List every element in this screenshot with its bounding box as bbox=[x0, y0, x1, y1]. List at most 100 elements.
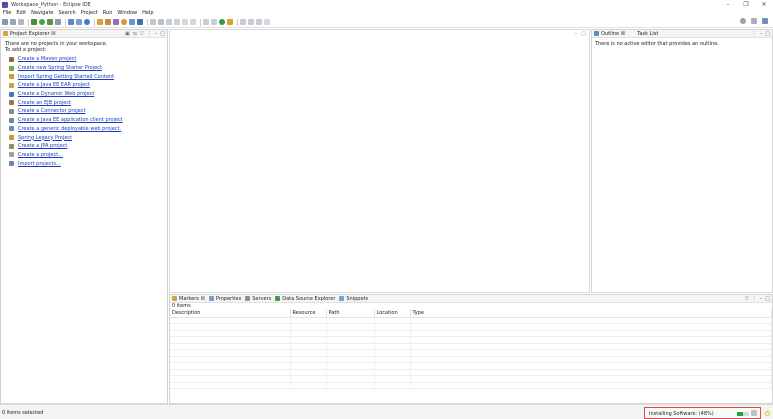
progress-indicator[interactable]: Installing Software: (48%) bbox=[644, 407, 761, 419]
create-project-link[interactable]: Create a JPA project bbox=[5, 142, 163, 151]
create-project-link[interactable]: Import projects... bbox=[5, 159, 163, 168]
open-perspective-icon[interactable] bbox=[751, 18, 757, 24]
tab-markers[interactable]: Markers ☒ bbox=[179, 296, 205, 302]
create-project-link[interactable]: Import Spring Getting Started Content bbox=[5, 72, 163, 81]
project-explorer-tab[interactable]: Project Explorer ☒ ▣ ⇆ ▽ ⋮ – □ bbox=[1, 30, 167, 38]
create-project-link-label[interactable]: Create a project... bbox=[18, 152, 63, 158]
search-icon[interactable] bbox=[740, 18, 746, 24]
column-path[interactable]: Path bbox=[326, 309, 375, 318]
tab-properties[interactable]: Properties bbox=[216, 296, 241, 302]
create-project-link-label[interactable]: Import projects... bbox=[18, 161, 61, 167]
column-description[interactable]: Description bbox=[170, 309, 291, 318]
save-all-icon[interactable] bbox=[18, 19, 24, 25]
minimize-button[interactable]: – bbox=[719, 0, 737, 9]
minimize-view-icon[interactable]: – bbox=[760, 296, 763, 302]
create-project-link-label[interactable]: Create a Dynamic Web project bbox=[18, 91, 94, 97]
lightbulb-icon[interactable] bbox=[765, 411, 770, 416]
tab-task-list[interactable]: Task List bbox=[637, 31, 658, 37]
show-whitespace-icon[interactable] bbox=[166, 19, 172, 25]
create-project-link-label[interactable]: Import Spring Getting Started Content bbox=[18, 74, 114, 80]
create-project-link-label[interactable]: Create a Connector project bbox=[18, 108, 86, 114]
column-type[interactable]: Type bbox=[410, 309, 772, 318]
back-icon[interactable] bbox=[248, 19, 254, 25]
close-button[interactable]: ✕ bbox=[755, 0, 773, 9]
menu-file[interactable]: File bbox=[3, 10, 11, 16]
create-project-link-label[interactable]: Spring Legacy Project bbox=[18, 135, 72, 141]
forward-icon[interactable] bbox=[256, 19, 262, 25]
new-java-project-icon[interactable] bbox=[68, 19, 74, 25]
boot-dashboard-icon[interactable] bbox=[219, 19, 225, 25]
tab-outline[interactable]: Outline ☒ bbox=[601, 31, 625, 37]
create-project-link[interactable]: Create new Spring Starter Project bbox=[5, 64, 163, 73]
menu-project[interactable]: Project bbox=[81, 10, 98, 16]
minimize-view-icon[interactable]: – bbox=[155, 31, 158, 37]
new-class-icon[interactable] bbox=[84, 19, 90, 25]
next-annotation-icon[interactable] bbox=[203, 19, 209, 25]
word-wrap-icon[interactable] bbox=[182, 19, 188, 25]
column-resource[interactable]: Resource bbox=[290, 309, 327, 318]
pin-icon[interactable] bbox=[264, 19, 270, 25]
create-project-link-label[interactable]: Create a Maven project bbox=[18, 56, 76, 62]
create-project-link[interactable]: Create a Maven project bbox=[5, 55, 163, 64]
view-menu-icon[interactable]: ⋮ bbox=[147, 31, 152, 37]
minimize-view-icon[interactable]: – bbox=[760, 31, 763, 37]
filter-icon[interactable]: ▽ bbox=[140, 31, 144, 37]
create-project-link-label[interactable]: Create a Java EE EAR project bbox=[18, 82, 90, 88]
create-project-link-label[interactable]: Create a Java EE application client proj… bbox=[18, 117, 123, 123]
mark-occurrences-icon[interactable] bbox=[150, 19, 156, 25]
quick-access-icon[interactable] bbox=[227, 19, 233, 25]
menu-help[interactable]: Help bbox=[142, 10, 153, 16]
new-package-icon[interactable] bbox=[76, 19, 82, 25]
column-location[interactable]: Location bbox=[374, 309, 411, 318]
create-project-link[interactable]: Create a project... bbox=[5, 151, 163, 160]
menu-edit[interactable]: Edit bbox=[16, 10, 26, 16]
create-project-link-label[interactable]: Create a generic deployable web project. bbox=[18, 126, 121, 132]
java-ee-perspective-icon[interactable] bbox=[762, 18, 768, 24]
toggle-breadcrumb-icon[interactable] bbox=[174, 19, 180, 25]
spring-dashboard-icon[interactable] bbox=[121, 19, 127, 25]
menu-run[interactable]: Run bbox=[103, 10, 113, 16]
minimize-editor-icon[interactable]: – bbox=[575, 31, 578, 37]
tab-servers[interactable]: Servers bbox=[252, 296, 271, 302]
menu-window[interactable]: Window bbox=[117, 10, 137, 16]
progress-view-icon[interactable] bbox=[751, 410, 757, 416]
collapse-all-icon[interactable]: ▣ bbox=[125, 31, 130, 37]
run-external-icon[interactable] bbox=[47, 19, 53, 25]
run-icon[interactable] bbox=[39, 19, 45, 25]
tab-data-source-explorer[interactable]: Data Source Explorer bbox=[282, 296, 335, 302]
create-project-link-label[interactable]: Create a JPA project bbox=[18, 143, 67, 149]
debug-icon[interactable] bbox=[31, 19, 37, 25]
create-project-link-label[interactable]: Create new Spring Starter Project bbox=[18, 65, 102, 71]
editor-area[interactable]: – □ bbox=[169, 29, 590, 293]
open-type-icon[interactable] bbox=[97, 19, 103, 25]
maximize-view-icon[interactable]: □ bbox=[765, 296, 770, 302]
toggle-block-icon[interactable] bbox=[158, 19, 164, 25]
create-project-link[interactable]: Create a Connector project bbox=[5, 107, 163, 116]
view-menu-icon[interactable]: ⋮ bbox=[752, 296, 757, 302]
create-project-link[interactable]: Create a Java EE application client proj… bbox=[5, 116, 163, 125]
maximize-view-icon[interactable]: □ bbox=[765, 31, 770, 37]
pin-editor-icon[interactable] bbox=[190, 19, 196, 25]
search-tool-icon[interactable] bbox=[113, 19, 119, 25]
tab-snippets[interactable]: Snippets bbox=[346, 296, 368, 302]
create-project-link[interactable]: Create a Dynamic Web project bbox=[5, 90, 163, 99]
save-icon[interactable] bbox=[10, 19, 16, 25]
create-project-link[interactable]: Create an EJB project bbox=[5, 98, 163, 107]
create-project-link[interactable]: Create a Java EE EAR project bbox=[5, 81, 163, 90]
maximize-view-icon[interactable]: □ bbox=[160, 31, 165, 37]
terminal-icon[interactable] bbox=[137, 19, 143, 25]
create-project-link[interactable]: Create a generic deployable web project. bbox=[5, 125, 163, 134]
coverage-icon[interactable] bbox=[55, 19, 61, 25]
maximize-button[interactable]: ❐ bbox=[737, 0, 755, 9]
menu-search[interactable]: Search bbox=[59, 10, 76, 16]
create-project-link[interactable]: Spring Legacy Project bbox=[5, 133, 163, 142]
open-resource-icon[interactable] bbox=[105, 19, 111, 25]
link-with-editor-icon[interactable]: ⇆ bbox=[133, 31, 137, 37]
maximize-editor-icon[interactable]: □ bbox=[581, 31, 586, 37]
menu-navigate[interactable]: Navigate bbox=[31, 10, 53, 16]
previous-annotation-icon[interactable] bbox=[211, 19, 217, 25]
web-browser-icon[interactable] bbox=[129, 19, 135, 25]
filter-icon[interactable]: ▽ bbox=[745, 296, 749, 302]
view-menu-icon[interactable]: ⋮ bbox=[752, 31, 757, 37]
last-edit-location-icon[interactable] bbox=[240, 19, 246, 25]
